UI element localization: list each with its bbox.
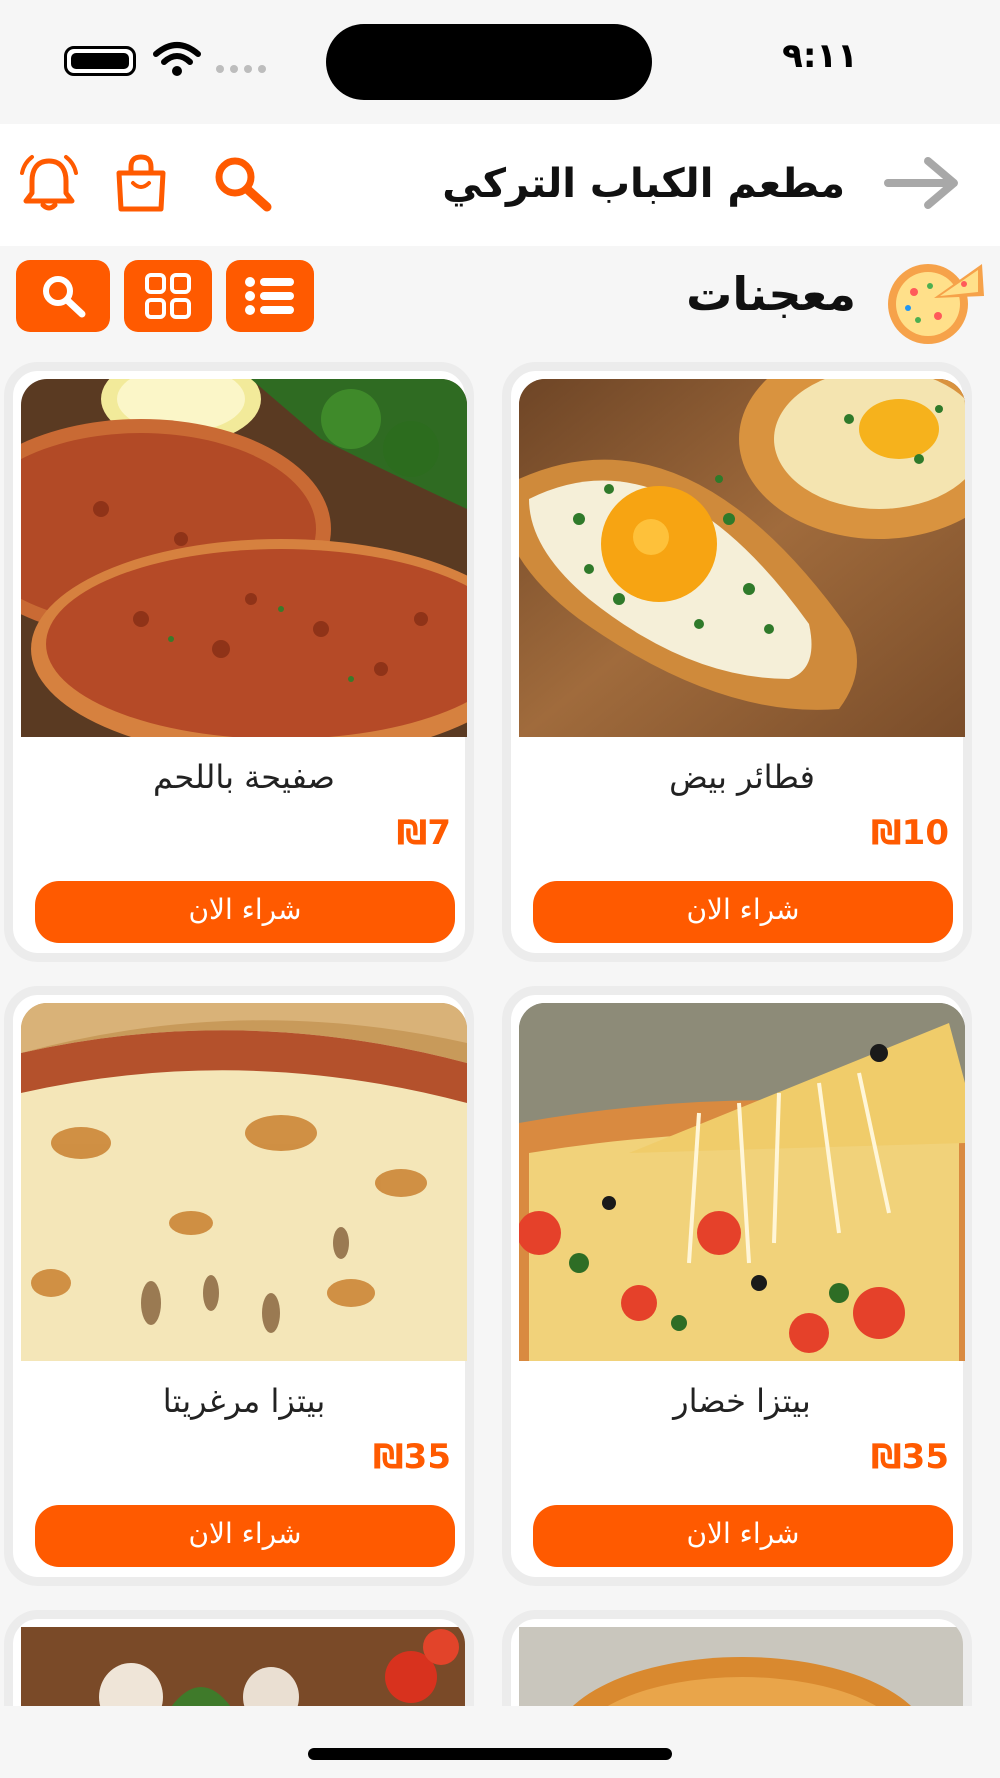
- pizza-slice-icon: [888, 264, 984, 344]
- back-arrow-icon[interactable]: [880, 148, 964, 218]
- product-image: [519, 1627, 963, 1710]
- category-search-button[interactable]: [16, 260, 110, 332]
- product-image[interactable]: [21, 379, 467, 737]
- buy-now-button[interactable]: شراء الان: [533, 881, 953, 943]
- bell-icon[interactable]: [14, 148, 84, 218]
- search-icon: [43, 276, 86, 318]
- status-time: ٩:١١: [782, 36, 858, 76]
- product-image[interactable]: [21, 1003, 467, 1361]
- buy-now-button[interactable]: شراء الان: [35, 1505, 455, 1567]
- grid-view-button[interactable]: [124, 260, 212, 332]
- restaurant-title: مطعم الكباب التركي: [442, 161, 845, 207]
- buy-now-button[interactable]: شراء الان: [35, 881, 455, 943]
- product-image[interactable]: [519, 1003, 965, 1361]
- product-card[interactable]: فطائر بيض ₪10 شراء الان: [502, 362, 972, 962]
- product-card[interactable]: صفيحة باللحم ₪7 شراء الان: [4, 362, 474, 962]
- product-price: ₪7: [396, 813, 451, 853]
- dynamic-island: [326, 24, 652, 100]
- product-card[interactable]: بيتزا مرغريتا ₪35 شراء الان: [4, 986, 474, 1586]
- category-title: معجنات: [686, 267, 856, 321]
- buy-now-button[interactable]: شراء الان: [533, 1505, 953, 1567]
- wifi-icon: [153, 42, 201, 76]
- list-view-button[interactable]: [226, 260, 314, 332]
- product-price: ₪35: [870, 1437, 949, 1477]
- product-price: ₪10: [870, 813, 949, 853]
- product-name: بيتزا مرغريتا: [162, 1382, 326, 1420]
- product-name: صفيحة باللحم: [153, 758, 335, 796]
- shopping-bag-icon[interactable]: [106, 148, 176, 218]
- grid-view-icon: [145, 273, 191, 319]
- product-image[interactable]: [519, 379, 965, 737]
- product-price: ₪35: [372, 1437, 451, 1477]
- product-card[interactable]: بيتزا خضار ₪35 شراء الان: [502, 986, 972, 1586]
- list-view-icon: [245, 277, 294, 315]
- battery-icon: [64, 46, 136, 76]
- search-icon[interactable]: [208, 148, 278, 218]
- product-name: بيتزا خضار: [673, 1382, 811, 1420]
- status-bar: ٩:١١: [0, 0, 1000, 122]
- product-card-partial[interactable]: [502, 1610, 972, 1710]
- cellular-signal-icon: [216, 65, 266, 73]
- product-card-partial[interactable]: [4, 1610, 474, 1710]
- home-indicator[interactable]: [308, 1748, 672, 1760]
- product-image: [21, 1627, 465, 1710]
- product-name: فطائر بيض: [669, 758, 815, 796]
- home-bar: [0, 1706, 1000, 1778]
